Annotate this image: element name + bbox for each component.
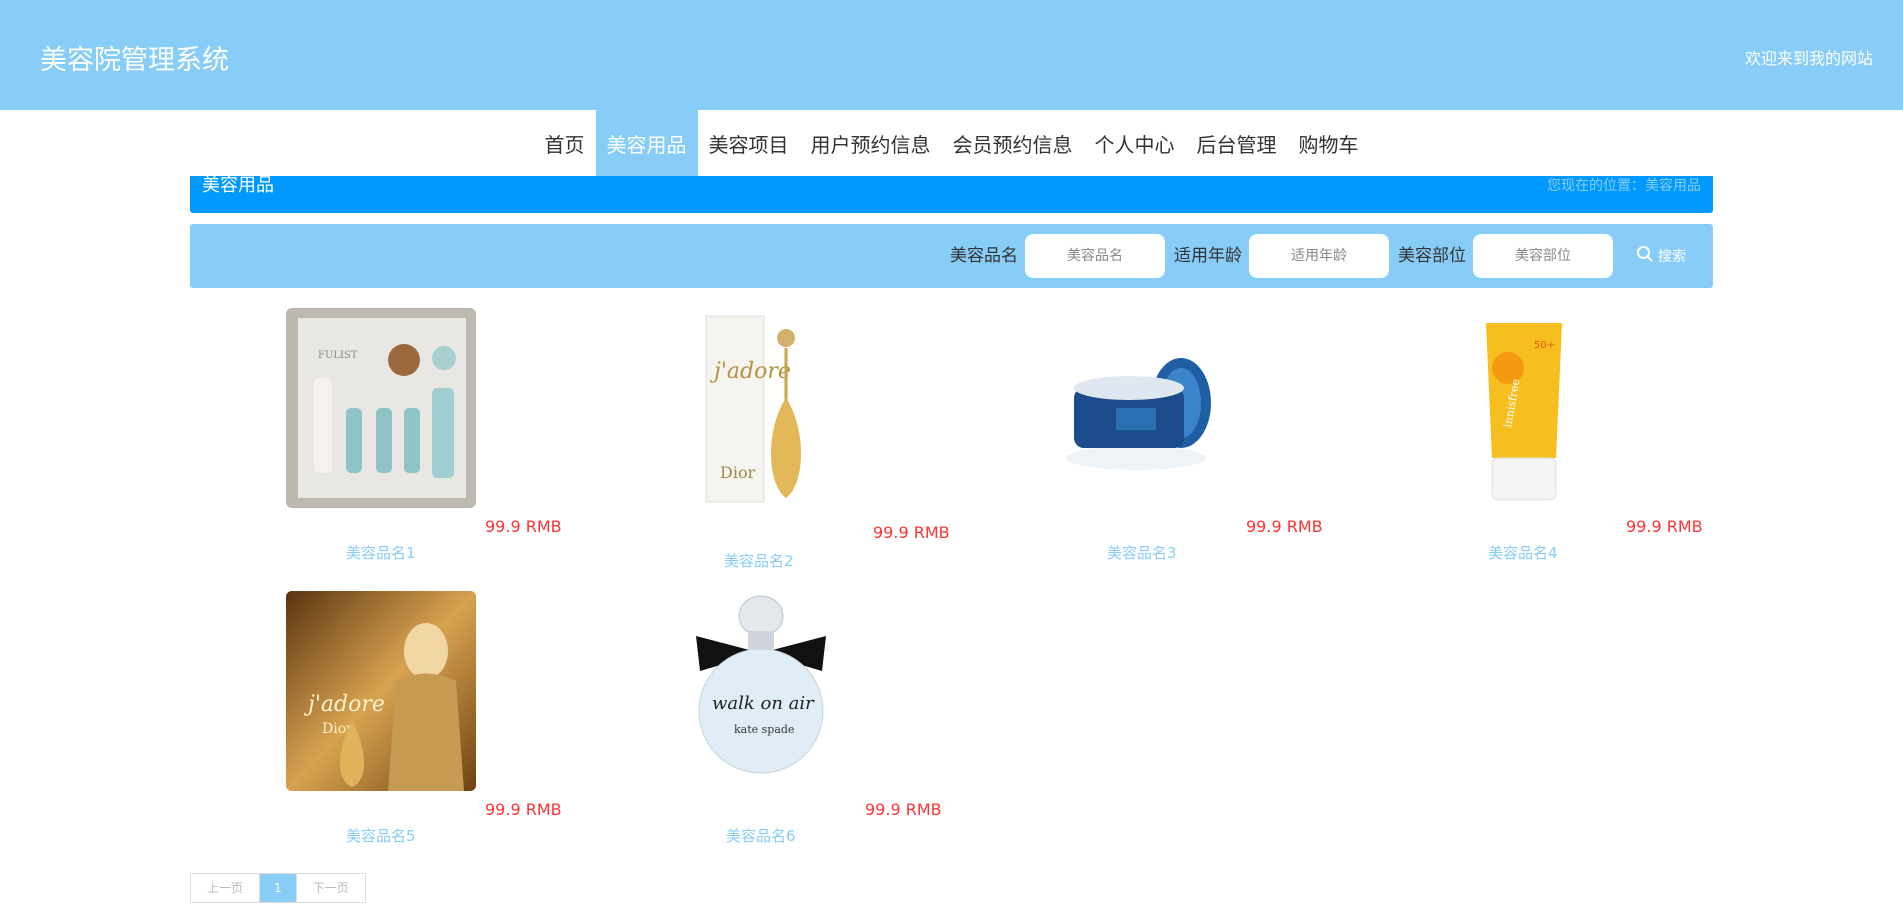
breadcrumb-title: 美容用品: [202, 175, 274, 196]
product-card: j'adore Dior 99.9 RMB 美容品名2: [666, 308, 1046, 578]
applicable-age-input[interactable]: [1249, 234, 1389, 278]
product-name-input[interactable]: [1025, 234, 1165, 278]
search-bar: 美容品名 适用年龄 美容部位 搜索: [190, 224, 1713, 288]
product-name-link[interactable]: 美容品名3: [1107, 542, 1177, 563]
product-card: FULIST 99.9 RMB 美容品名1: [286, 308, 666, 578]
svg-text:kate spade: kate spade: [734, 723, 794, 736]
product-card: j'adore Dior 99.9 RMB 美容品名5: [286, 591, 666, 861]
beauty-area-input[interactable]: [1473, 234, 1613, 278]
skincare-set-image: FULIST: [286, 308, 476, 508]
product-name-link[interactable]: 美容品名4: [1488, 542, 1558, 563]
product-image[interactable]: FULIST: [286, 308, 476, 508]
product-image[interactable]: 50+ innisfree: [1426, 308, 1616, 508]
welcome-text: 欢迎来到我的网站: [1744, 49, 1873, 68]
next-page-button[interactable]: 下一页: [295, 874, 365, 902]
nav-item-beauty-products[interactable]: 美容用品: [595, 110, 698, 180]
product-name-link[interactable]: 美容品名1: [346, 542, 416, 563]
svg-text:walk on air: walk on air: [712, 693, 815, 714]
sunscreen-image: 50+ innisfree: [1426, 308, 1616, 508]
nav-item-user-appointments[interactable]: 用户预约信息: [800, 110, 942, 180]
product-image[interactable]: walk on air kate spade: [666, 591, 856, 791]
cream-jar-image: [1046, 308, 1236, 508]
walk-on-air-perfume-image: walk on air kate spade: [666, 591, 856, 791]
search-label-age: 适用年龄: [1174, 246, 1242, 266]
site-title: 美容院管理系统: [40, 45, 229, 76]
perfume-gold-image: j'adore Dior: [666, 308, 856, 508]
search-button-label: 搜索: [1658, 249, 1686, 265]
product-name-link[interactable]: 美容品名5: [346, 825, 416, 846]
search-label-area: 美容部位: [1398, 246, 1466, 266]
nav-item-member-appointments[interactable]: 会员预约信息: [942, 110, 1084, 180]
pagination: 上一页 1 下一页: [190, 873, 366, 903]
svg-text:j'adore: j'adore: [303, 692, 385, 717]
product-price: 99.9 RMB: [485, 800, 562, 819]
product-card: walk on air kate spade 99.9 RMB 美容品名6: [666, 591, 1046, 861]
nav-item-cart[interactable]: 购物车: [1288, 110, 1370, 180]
prev-page-button[interactable]: 上一页: [191, 874, 261, 902]
product-image[interactable]: [1046, 308, 1236, 508]
product-price: 99.9 RMB: [1246, 517, 1323, 536]
search-label-name: 美容品名: [950, 246, 1018, 266]
product-card: 99.9 RMB 美容品名3: [1046, 308, 1426, 578]
breadcrumb-location: 您现在的位置：美容用品: [1547, 178, 1701, 194]
nav-item-admin[interactable]: 后台管理: [1186, 110, 1288, 180]
product-price: 99.9 RMB: [1626, 517, 1703, 536]
nav-item-beauty-projects[interactable]: 美容项目: [698, 110, 800, 180]
nav-item-profile[interactable]: 个人中心: [1084, 110, 1186, 180]
search-icon: [1636, 245, 1654, 267]
product-card: 50+ innisfree 99.9 RMB 美容品名4: [1426, 308, 1806, 578]
page-1-button[interactable]: 1: [260, 874, 296, 902]
svg-text:FULIST: FULIST: [318, 350, 358, 361]
product-image[interactable]: j'adore Dior: [286, 591, 476, 791]
header-bar: 美容院管理系统 欢迎来到我的网站: [0, 0, 1903, 110]
nav-item-home[interactable]: 首页: [534, 110, 596, 180]
breadcrumb: 美容用品 您现在的位置：美容用品: [190, 176, 1713, 213]
product-name-link[interactable]: 美容品名6: [726, 825, 796, 846]
product-image[interactable]: j'adore Dior: [666, 308, 856, 508]
product-name-link[interactable]: 美容品名2: [724, 550, 794, 571]
perfume-ad-image: j'adore Dior: [286, 591, 476, 791]
product-price: 99.9 RMB: [865, 800, 942, 819]
product-price: 99.9 RMB: [873, 523, 950, 542]
svg-text:Dior: Dior: [720, 463, 756, 482]
search-button[interactable]: 搜索: [1636, 244, 1686, 268]
svg-text:50+: 50+: [1534, 340, 1555, 351]
main-nav: 首页 美容用品 美容项目 用户预约信息 会员预约信息 个人中心 后台管理 购物车: [0, 110, 1903, 180]
product-price: 99.9 RMB: [485, 517, 562, 536]
svg-text:j'adore: j'adore: [709, 359, 791, 384]
